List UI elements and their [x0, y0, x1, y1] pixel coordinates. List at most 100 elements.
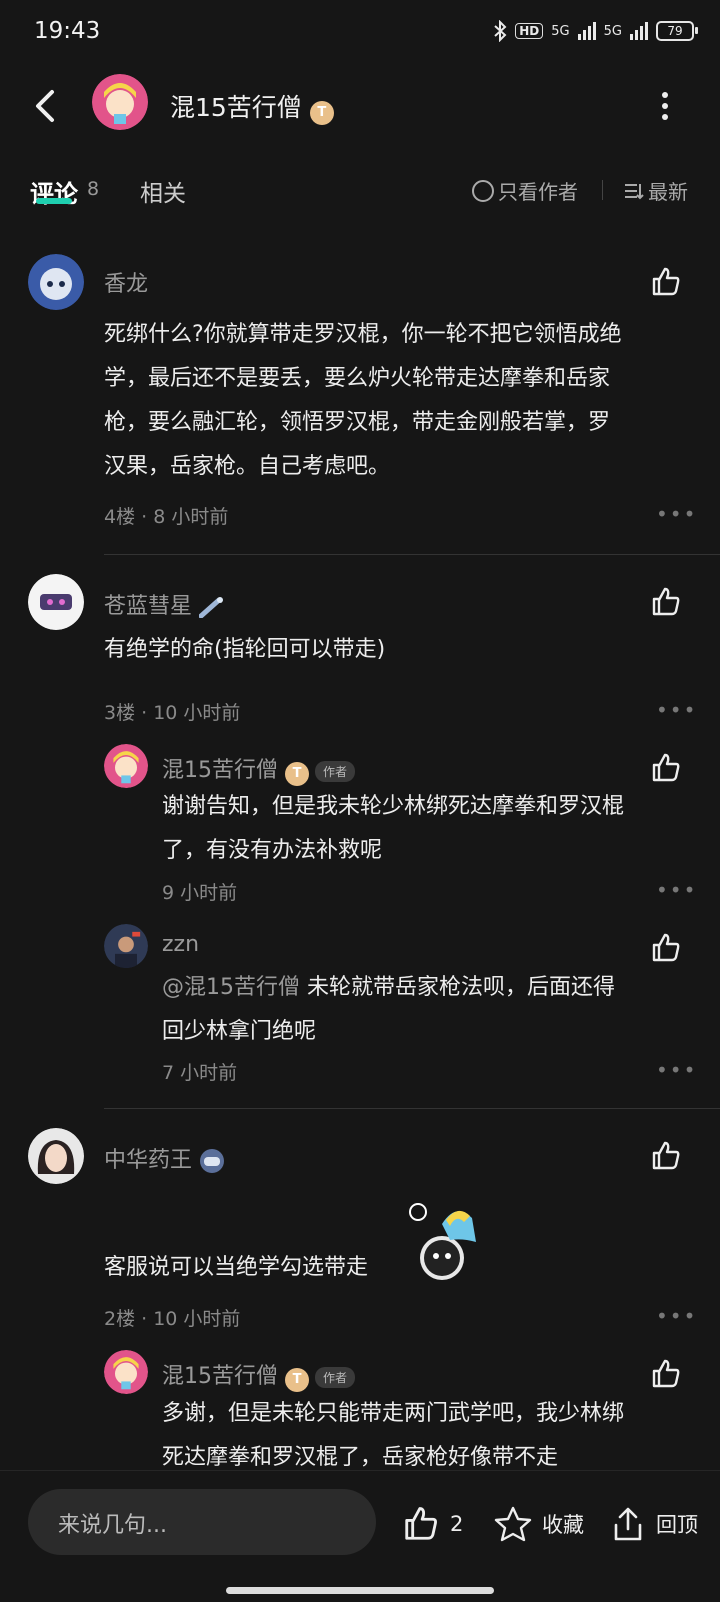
comment-divider [104, 1108, 720, 1109]
game-controller-icon [200, 1149, 225, 1173]
tab-bar: 评论 8 相关 只看作者 最新 [0, 166, 720, 216]
floor-number: 4楼 [104, 506, 136, 528]
comment-line: 死绑什么?你就算带走罗汉棍，你一轮不把它领悟成绝 [104, 322, 622, 347]
comment-line: 枪，要么融汇轮，领悟罗汉棍，带走金刚般若掌，罗 [104, 410, 611, 435]
share-up-icon [614, 1507, 642, 1541]
signal-icon-2 [630, 22, 648, 40]
mention-link[interactable]: @混15苦行僧 [162, 975, 300, 1000]
comment-divider [104, 554, 720, 555]
comment-text: 客服说可以当绝学勾选带走 [104, 1255, 369, 1280]
comment-username[interactable]: 苍蓝彗星 [104, 588, 225, 620]
back-to-top-button[interactable]: 回顶 [610, 1505, 698, 1543]
floor-number: 2楼 [104, 1308, 136, 1330]
username-text: 混15苦行僧 [162, 1364, 278, 1389]
tab-related[interactable]: 相关 [140, 174, 186, 208]
like-icon[interactable] [650, 586, 682, 618]
reply-username[interactable]: 混15苦行僧 T 作者 [162, 1358, 356, 1392]
comment-input-placeholder: 来说几句... [58, 1513, 167, 1538]
floor-number: 3楼 [104, 702, 136, 724]
status-time: 19:43 [34, 18, 101, 44]
author-avatar[interactable] [92, 74, 148, 130]
reply-line: 多谢，但是未轮只能带走两门武学吧，我少林绑 [162, 1401, 625, 1426]
battery-icon: 79 [656, 21, 698, 41]
active-tab-indicator [36, 198, 72, 204]
comment-line: 汉果，岳家枪。自己考虑吧。 [104, 454, 391, 479]
author-tag: 作者 [315, 1366, 356, 1388]
reply-line-text: 未轮就带岳家枪法呗，后面还得 [307, 975, 616, 1000]
level-badge-icon: T [285, 1367, 309, 1392]
signal-icon [577, 22, 596, 40]
like-icon[interactable] [650, 266, 682, 298]
network-label-2: 5G [603, 23, 622, 39]
radio-icon [472, 179, 494, 202]
reply-line: 了，有没有办法补救呢 [162, 838, 383, 863]
sort-newest-button[interactable]: 最新 [624, 176, 688, 205]
collect-label: 收藏 [542, 1513, 584, 1537]
back-arrow-icon[interactable] [30, 86, 60, 126]
reply-line: @混15苦行僧 未轮就带岳家枪法呗，后面还得 [162, 966, 702, 1010]
avatar[interactable] [104, 744, 148, 788]
comment-text: 有绝学的命(指轮回可以带走) [104, 637, 386, 662]
only-author-label: 只看作者 [498, 180, 578, 204]
comet-icon [198, 597, 224, 619]
like-icon[interactable] [650, 752, 682, 784]
author-name-text: 混15苦行僧 [170, 93, 302, 122]
like-icon[interactable] [650, 932, 682, 964]
sticker-emoji [409, 1203, 476, 1280]
star-icon [494, 1506, 532, 1542]
bottom-action-bar: 来说几句... 2 收藏 回顶 [0, 1470, 720, 1602]
reply-more-icon[interactable]: ••• [656, 878, 697, 902]
comment-input[interactable]: 来说几句... [28, 1489, 376, 1555]
collect-button[interactable]: 收藏 [494, 1505, 584, 1543]
home-indicator[interactable] [226, 1587, 494, 1594]
username-text: 混15苦行僧 [162, 758, 278, 783]
like-button[interactable]: 2 [402, 1505, 463, 1543]
comment-meta: 2楼 · 10 小时前 [104, 1308, 241, 1330]
network-label-1: 5G [551, 23, 570, 39]
bluetooth-icon [494, 20, 507, 42]
author-tag: 作者 [315, 760, 356, 782]
reply-text: 多谢，但是未轮只能带走两门武学吧，我少林绑 死达摩拳和罗汉棍了，岳家枪好像带不走 [162, 1392, 702, 1480]
avatar[interactable] [28, 1128, 84, 1184]
like-icon[interactable] [650, 1140, 682, 1172]
battery-level: 79 [667, 24, 683, 38]
status-icons: HD 5G 5G 79 [493, 20, 698, 42]
avatar[interactable] [104, 1350, 148, 1394]
top-bar: 混15苦行僧 T [0, 66, 720, 146]
like-count: 2 [450, 1512, 464, 1536]
reply-text: 谢谢告知，但是我未轮少林绑死达摩拳和罗汉棍 了，有没有办法补救呢 [162, 785, 702, 873]
comment-time: 10 小时前 [153, 1308, 241, 1330]
avatar[interactable] [28, 574, 84, 630]
reply-line: 谢谢告知，但是我未轮少林绑死达摩拳和罗汉棍 [162, 794, 625, 819]
avatar[interactable] [28, 254, 84, 310]
reply-username[interactable]: 混15苦行僧 T 作者 [162, 752, 356, 786]
comment-username[interactable]: 中华药王 [104, 1142, 225, 1174]
comments-count: 8 [87, 178, 100, 200]
comment-username[interactable]: 香龙 [104, 266, 148, 298]
like-icon [405, 1507, 437, 1540]
only-author-toggle[interactable]: 只看作者 [472, 176, 578, 205]
reply-username[interactable]: zzn [162, 932, 199, 957]
reply-more-icon[interactable]: ••• [656, 1058, 697, 1082]
hd-icon: HD [515, 23, 544, 39]
like-icon[interactable] [650, 1358, 682, 1390]
author-name[interactable]: 混15苦行僧 T [170, 88, 334, 125]
sort-icon [625, 183, 644, 199]
level-badge-icon: T [309, 100, 334, 125]
comment-more-icon[interactable]: ••• [656, 502, 697, 526]
reply-text: @混15苦行僧 未轮就带岳家枪法呗，后面还得 回少林拿门绝呢 [162, 966, 702, 1054]
comment-text: 死绑什么?你就算带走罗汉棍，你一轮不把它领悟成绝 学，最后还不是要丢，要么炉火轮… [104, 313, 694, 489]
top-label: 回顶 [656, 1513, 698, 1537]
comment-time: 10 小时前 [153, 702, 241, 724]
comment-line: 学，最后还不是要丢，要么炉火轮带走达摩拳和岳家 [104, 366, 611, 391]
avatar[interactable] [104, 924, 148, 968]
more-options-icon[interactable] [662, 92, 670, 125]
tab-divider [602, 180, 603, 200]
status-bar: 19:43 HD 5G 5G 79 [0, 0, 720, 66]
username-text: 中华药王 [104, 1148, 193, 1173]
reply-line: 回少林拿门绝呢 [162, 1019, 317, 1044]
comment-more-icon[interactable]: ••• [656, 698, 697, 722]
comment-meta: 3楼 · 10 小时前 [104, 702, 241, 724]
comment-more-icon[interactable]: ••• [656, 1304, 697, 1328]
reply-time: 7 小时前 [162, 1062, 238, 1084]
